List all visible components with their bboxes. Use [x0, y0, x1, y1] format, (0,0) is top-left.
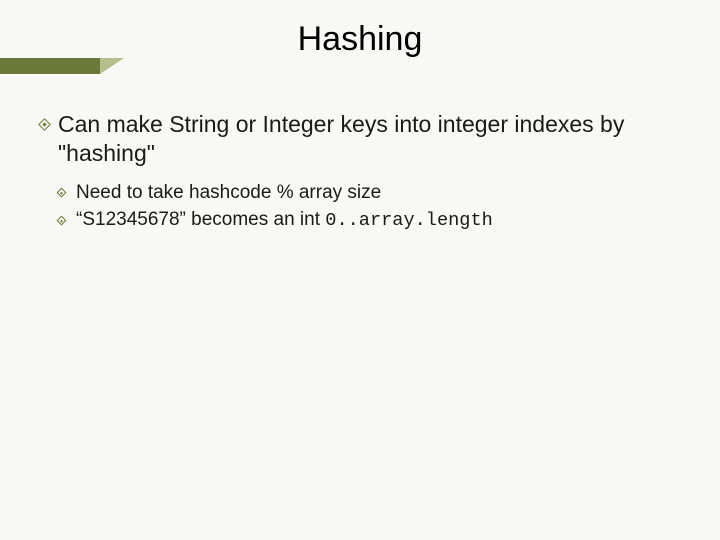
accent-bar — [0, 58, 100, 74]
slide-content: Can make String or Integer keys into int… — [40, 110, 680, 235]
accent-triangle — [100, 58, 124, 74]
slide-title: Hashing — [0, 20, 720, 59]
bullet-level2: “S12345678” becomes an int 0..array.leng… — [40, 207, 680, 233]
diamond-bullet-icon — [57, 215, 67, 225]
diamond-bullet-icon — [38, 118, 51, 131]
diamond-bullet-icon — [57, 188, 67, 198]
bullet-level2: Need to take hashcode % array size — [40, 180, 680, 206]
bullet-level2-text: Need to take hashcode % array size — [76, 182, 381, 203]
code-literal: 0..array.length — [325, 209, 493, 231]
bullet-level1: Can make String or Integer keys into int… — [40, 110, 680, 168]
bullet-level1-text: Can make String or Integer keys into int… — [58, 111, 624, 166]
bullet-level2-text: “S12345678” becomes an int — [76, 209, 325, 230]
